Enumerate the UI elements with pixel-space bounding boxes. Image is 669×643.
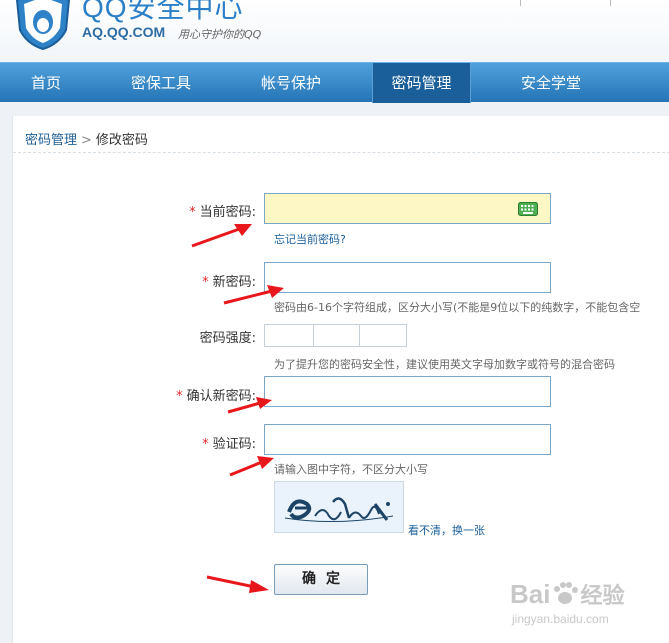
- watermark-brand-text: Bai: [510, 579, 551, 609]
- watermark-brand-suffix: 经验: [580, 583, 625, 608]
- captcha-label-text: 验证码:: [212, 437, 256, 452]
- password-strength-hint: 为了提升您的密码安全性，建议使用英文字母加数字或符号的混合密码: [274, 358, 615, 371]
- submit-button[interactable]: 确定: [274, 564, 368, 595]
- nav-item-home[interactable]: 首页: [0, 63, 92, 103]
- site-header: QQ安全中心 AQ.QQ.COM 用心守护你的QQ: [0, 0, 669, 62]
- required-mark: *: [202, 275, 209, 290]
- captcha-glyphs-icon: [284, 497, 394, 523]
- password-strength-bar-weak: [264, 324, 314, 347]
- baidu-paw-icon: [554, 582, 579, 604]
- breadcrumb-divider: [13, 152, 669, 153]
- password-strength-label: 密码强度:: [199, 331, 256, 346]
- nav-item-security-school[interactable]: 安全学堂: [490, 63, 612, 103]
- breadcrumb-link-password-management[interactable]: 密码管理: [25, 133, 77, 148]
- captcha-refresh-link[interactable]: 看不清，换一张: [408, 522, 485, 538]
- annotation-arrow-icon: [229, 456, 274, 477]
- new-password-input[interactable]: [264, 262, 551, 293]
- watermark-site: jingyan.baidu.com: [512, 612, 609, 626]
- password-strength-bar-medium: [313, 324, 360, 347]
- brand-title: QQ安全中心: [82, 0, 244, 23]
- nav-item-password-management[interactable]: 密码管理: [372, 63, 471, 103]
- required-mark: *: [202, 437, 209, 452]
- annotation-arrow-icon: [223, 285, 284, 305]
- brand-domain: AQ.QQ.COM: [82, 24, 166, 40]
- captcha-input[interactable]: [264, 424, 551, 455]
- annotation-arrow-icon: [227, 397, 272, 414]
- header-divider: [610, 0, 611, 6]
- main-nav: 首页 密保工具 帐号保护 密码管理 安全学堂: [0, 62, 669, 103]
- nav-item-account-protection[interactable]: 帐号保护: [230, 63, 352, 103]
- current-password-label: * 当前密码:: [150, 201, 256, 220]
- breadcrumb-separator: >: [81, 133, 92, 148]
- new-password-hint: 密码由6-16个字符组成，区分大小写(不能是9位以下的纯数字，不能包含空: [274, 301, 641, 314]
- confirm-password-input[interactable]: [264, 376, 551, 407]
- breadcrumb-current: 修改密码: [95, 133, 148, 148]
- annotation-arrow-icon: [206, 575, 269, 593]
- brand-slogan: 用心守护你的QQ: [178, 28, 262, 41]
- current-password-label-text: 当前密码:: [199, 205, 256, 220]
- required-mark: *: [189, 205, 196, 220]
- captcha-label: * 验证码:: [150, 433, 256, 452]
- header-divider: [520, 0, 521, 6]
- captcha-image[interactable]: [274, 481, 404, 533]
- required-mark: *: [176, 389, 183, 404]
- annotation-arrow-icon: [191, 224, 252, 248]
- captcha-hint: 请输入图中字符，不区分大小写: [274, 463, 428, 476]
- watermark-brand: Bai 经验: [510, 578, 624, 610]
- current-password-input[interactable]: [264, 193, 551, 224]
- virtual-keyboard-icon[interactable]: [518, 202, 538, 216]
- forgot-password-link[interactable]: 忘记当前密码?: [274, 231, 346, 247]
- qq-shield-logo-icon[interactable]: [14, 0, 72, 50]
- nav-item-security-tools[interactable]: 密保工具: [100, 63, 222, 103]
- password-strength-bar-strong: [359, 324, 407, 347]
- breadcrumb: 密码管理 > 修改密码: [25, 129, 148, 148]
